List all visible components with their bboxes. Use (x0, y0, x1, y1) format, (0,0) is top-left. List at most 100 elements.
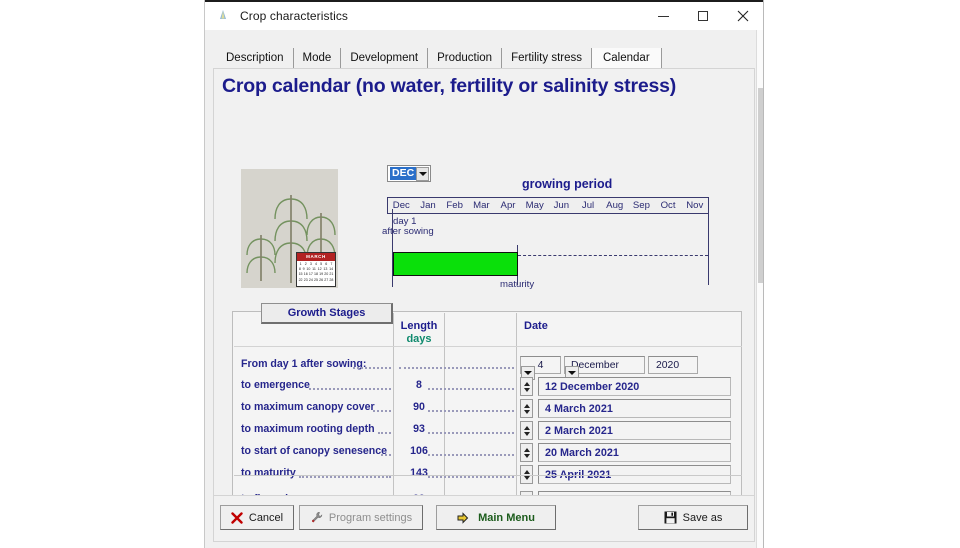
date-value: 12 December 2020 (545, 380, 640, 393)
leader-dots (373, 410, 391, 412)
tab-description[interactable]: Description (217, 48, 294, 69)
month-axis: Dec Jan Feb Mar Apr May Jun Jul Aug Sep … (387, 197, 709, 214)
main-menu-label: Main Menu (478, 511, 535, 524)
close-icon[interactable] (723, 1, 763, 31)
date-value: 4 March 2021 (545, 402, 613, 415)
month-tick: Nov (686, 200, 704, 211)
row-label-max-rooting-depth: to maximum rooting depth (241, 423, 375, 435)
plant-icon (215, 8, 231, 24)
cancel-label: Cancel (248, 511, 284, 524)
month-tick: Mar (473, 200, 490, 211)
row-label-emergence: to emergence (241, 379, 310, 391)
month-tick: Aug (606, 200, 624, 211)
month-tick: Oct (660, 200, 676, 211)
program-settings-button[interactable]: Program settings (299, 505, 423, 530)
growing-period-chart: DEC growing period Dec Jan Feb Mar Apr M… (382, 161, 722, 291)
column-header-length-text: Length (400, 320, 438, 332)
header-divider (234, 346, 742, 347)
growing-period-label: growing period (522, 177, 613, 191)
column-header-days-unit: days (406, 333, 432, 345)
leader-dots (378, 432, 391, 434)
column-header-date: Date (524, 320, 548, 332)
calendar-icon: MARCH 1234567 8 9 10 11 12 13 14 15 16 17 18 19 20 2… (296, 252, 336, 287)
stepper-max-canopy-cover[interactable] (520, 399, 533, 418)
table-row: to maximum canopy cover 90 4 March 2021 (233, 397, 743, 419)
calendar-icon-grid: 1234567 8 9 10 11 12 13 14 15 16 17 18 19 20 21 22 23… (298, 262, 334, 282)
section-divider (234, 475, 742, 476)
row-days-canopy-senescence: 106 (410, 445, 428, 457)
main-menu-button[interactable]: Main Menu (436, 505, 556, 530)
minimize-button[interactable] (643, 1, 683, 31)
growth-stages-group: Growth Stages Length days Date From day … (232, 303, 743, 495)
month-tick: Jun (553, 200, 570, 211)
sowing-day-dropdown[interactable]: 4 (520, 356, 561, 380)
crop-field-image: MARCH 1234567 8 9 10 11 12 13 14 15 16 17 18 19 20 2… (241, 169, 338, 288)
growth-stages-tab[interactable]: Growth Stages (261, 303, 393, 324)
date-value: 2 March 2021 (545, 424, 613, 437)
table-row: to emergence 8 12 December 2020 (233, 375, 743, 397)
row-days-max-rooting-depth: 93 (413, 423, 425, 435)
leader-dots (353, 367, 391, 369)
sowing-year-value: 2020 (656, 359, 680, 371)
chevron-down-icon[interactable] (416, 166, 429, 181)
cancel-x-icon (231, 511, 243, 524)
stepper-max-rooting-depth[interactable] (520, 421, 533, 440)
sowing-month-dropdown[interactable]: December (564, 356, 645, 380)
leader-dots (381, 454, 391, 456)
annotation-after-sowing: after sowing (382, 226, 434, 237)
crop-characteristics-window: Crop characteristics Description Mode De… (204, 0, 764, 548)
leader-dots (309, 388, 391, 390)
month-tick: Sep (632, 200, 650, 211)
column-header-length: Length days (393, 320, 445, 346)
window-titlebar: Crop characteristics (205, 0, 763, 30)
tab-mode[interactable]: Mode (294, 48, 342, 69)
month-tick: Jul (581, 200, 595, 211)
floppy-disk-icon (664, 511, 677, 524)
cancel-button[interactable]: Cancel (220, 505, 294, 530)
window-title: Crop characteristics (240, 9, 349, 23)
post-maturity-dashed-line (518, 255, 708, 256)
tab-development[interactable]: Development (341, 48, 429, 69)
vertical-scrollbar[interactable] (756, 30, 763, 548)
leader-dots (299, 476, 391, 478)
tab-bar: Description Mode Development Production … (205, 43, 763, 69)
save-as-button[interactable]: Save as (638, 505, 748, 530)
month-tick: Jan (420, 200, 436, 211)
table-row: to maximum rooting depth 93 2 March 2021 (233, 419, 743, 441)
date-max-rooting-depth[interactable]: 2 March 2021 (538, 421, 731, 440)
scrollbar-thumb[interactable] (758, 88, 763, 283)
window-controls (643, 1, 763, 31)
growing-period-bar (393, 252, 518, 276)
wrench-icon (310, 511, 323, 524)
date-emergence[interactable]: 12 December 2020 (538, 377, 731, 396)
stepper-canopy-senescence[interactable] (520, 443, 533, 462)
leader-dots (399, 367, 514, 369)
date-canopy-senescence[interactable]: 20 March 2021 (538, 443, 731, 462)
row-days-emergence: 8 (416, 379, 422, 391)
calendar-panel: Crop calendar (no water, fertility or sa… (213, 68, 755, 495)
month-tick: Apr (500, 200, 516, 211)
date-max-canopy-cover[interactable]: 4 March 2021 (538, 399, 731, 418)
start-month-value: DEC (390, 167, 417, 180)
tab-fertility-stress[interactable]: Fertility stress (502, 48, 592, 69)
stepper-emergence[interactable] (520, 377, 533, 396)
end-marker-line (708, 205, 709, 285)
save-as-label: Save as (682, 511, 723, 524)
row-label-max-canopy-cover: to maximum canopy cover (241, 401, 375, 413)
action-bar: Cancel Program settings Main Menu Save a… (213, 495, 755, 542)
screen: Crop characteristics Description Mode De… (0, 0, 960, 548)
start-month-dropdown[interactable]: DEC (387, 165, 431, 182)
tab-calendar[interactable]: Calendar (591, 48, 662, 69)
calendar-icon-month: MARCH (297, 253, 335, 261)
row-days-max-canopy-cover: 90 (413, 401, 425, 413)
table-row: to start of canopy senesence 106 20 Marc… (233, 441, 743, 463)
table-row: to maturity 143 25 April 2021 (233, 463, 743, 485)
sowing-year-field[interactable]: 2020 (648, 356, 698, 374)
month-tick: May (525, 200, 544, 211)
row-label-sowing: From day 1 after sowing: (241, 358, 367, 370)
tab-production[interactable]: Production (428, 48, 503, 69)
program-settings-label: Program settings (328, 511, 413, 524)
maximize-button[interactable] (683, 1, 723, 31)
month-tick: Feb (446, 200, 463, 211)
table-row-sowing: From day 1 after sowing: 4 December 2020 (233, 354, 743, 380)
